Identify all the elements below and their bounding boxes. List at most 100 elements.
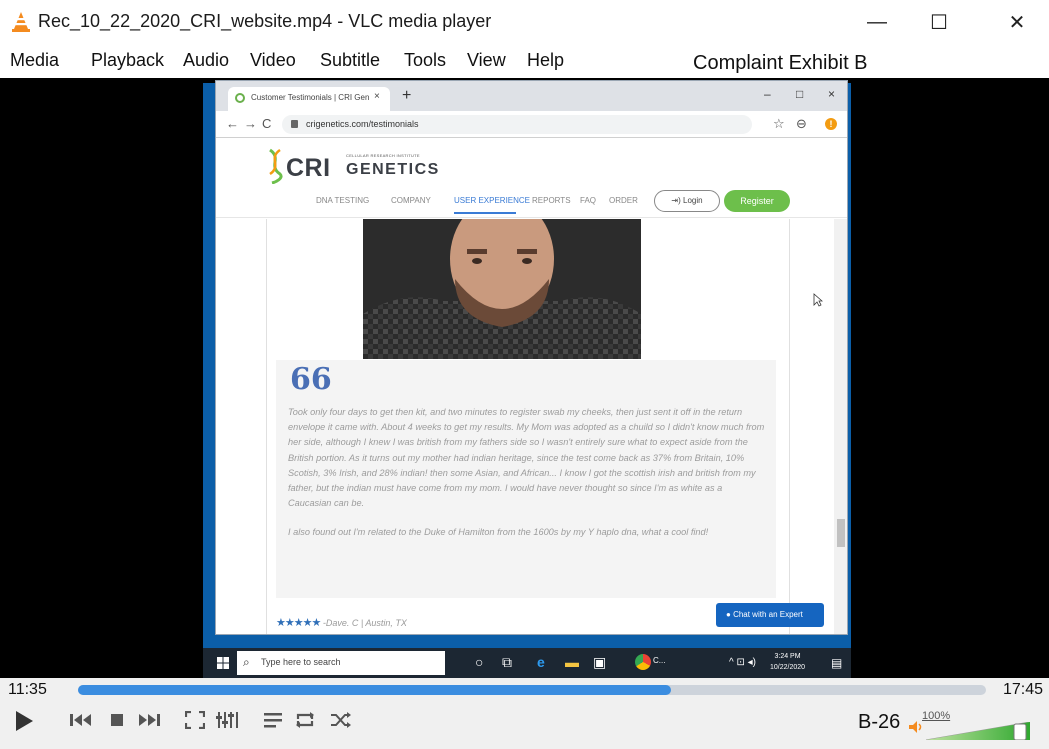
browser-tab[interactable]: Customer Testimonials | CRI Gen × <box>228 87 390 111</box>
menu-view[interactable]: View <box>467 50 506 71</box>
nav-dna-testing[interactable]: DNA TESTING <box>316 196 369 205</box>
loop-icon <box>296 712 314 728</box>
volume-percent: 100% <box>922 710 951 722</box>
star-rating-icon: ★★★★★ <box>276 617 321 629</box>
register-button[interactable]: Register <box>724 190 790 212</box>
chat-bubble-icon: ● <box>726 610 734 619</box>
nav-faq[interactable]: FAQ <box>580 196 596 205</box>
taskbar-clock[interactable]: 3:24 PM 10/22/2020 <box>770 651 805 673</box>
menu-bar: Media Playback Audio Video Subtitle Tool… <box>0 46 1049 76</box>
loop-button[interactable] <box>290 705 320 735</box>
shuffle-icon <box>331 712 351 728</box>
maximize-button[interactable]: ☐ <box>919 6 959 38</box>
elapsed-time: 11:35 <box>8 681 47 698</box>
nav-user-experience[interactable]: USER EXPERIENCE <box>454 196 530 205</box>
login-button[interactable]: ⇥) Login <box>654 190 720 212</box>
forward-arrow-icon[interactable]: → <box>244 116 257 131</box>
previous-button[interactable] <box>66 705 96 735</box>
menu-playback[interactable]: Playback <box>91 50 164 71</box>
testimonial-card: 66 Took only four days to get then kit, … <box>276 360 776 598</box>
update-alert-icon[interactable]: ! <box>825 118 837 130</box>
back-arrow-icon[interactable]: ← <box>226 116 239 131</box>
scrollbar-thumb[interactable] <box>837 519 845 547</box>
page-scrollbar[interactable] <box>834 219 847 634</box>
content-divider <box>789 219 790 634</box>
play-button[interactable] <box>6 704 42 738</box>
site-header: CRI CELLULAR RESEARCH INSTITUTE GENETICS… <box>216 138 847 218</box>
nav-company[interactable]: COMPANY <box>391 196 431 205</box>
notifications-icon[interactable]: ▤ <box>831 656 842 670</box>
menu-help[interactable]: Help <box>527 50 564 71</box>
total-time: 17:45 <box>1003 681 1044 698</box>
browser-close-button[interactable]: × <box>828 87 835 101</box>
dna-helix-icon <box>269 148 283 184</box>
mouse-cursor-icon <box>813 293 823 307</box>
logo-cri-text: CRI <box>286 154 331 182</box>
taskbar-search-box[interactable]: ⌕ Type here to search <box>237 651 445 675</box>
tray-icons[interactable]: ^ ⊡ ◂) <box>729 657 756 668</box>
menu-subtitle[interactable]: Subtitle <box>320 50 380 71</box>
video-area[interactable]: Customer Testimonials | CRI Gen × + – □ … <box>0 78 1049 678</box>
minimize-button[interactable]: — <box>857 6 897 38</box>
new-tab-icon[interactable]: + <box>402 87 411 105</box>
edge-icon[interactable]: e <box>537 654 545 670</box>
cri-favicon-icon <box>235 93 245 103</box>
exhibit-label: Complaint Exhibit B <box>693 52 868 74</box>
close-button[interactable]: ✕ <box>997 6 1037 38</box>
seek-slider[interactable] <box>78 685 986 695</box>
stop-button[interactable] <box>102 705 132 735</box>
browser-window: Customer Testimonials | CRI Gen × + – □ … <box>215 80 848 635</box>
extended-settings-button[interactable] <box>212 705 242 735</box>
windows-taskbar: ⌕ Type here to search ○ ⧉ e ▬ ▣ C... ^ ⊡… <box>203 648 851 678</box>
chrome-taskbar-label: C... <box>653 656 666 665</box>
window-titlebar: Rec_10_22_2020_CRI_website.mp4 - VLC med… <box>0 0 1049 44</box>
reviewer-name: -Dave. C | Austin, TX <box>322 618 407 628</box>
reload-icon[interactable]: C <box>262 116 271 131</box>
windows-start-icon[interactable] <box>217 657 229 669</box>
nav-order[interactable]: ORDER <box>609 196 638 205</box>
menu-audio[interactable]: Audio <box>183 50 229 71</box>
browser-maximize-button[interactable]: □ <box>796 87 803 101</box>
cortana-icon[interactable]: ○ <box>475 654 483 670</box>
window-title: Rec_10_22_2020_CRI_website.mp4 - VLC med… <box>38 11 492 31</box>
active-nav-underline <box>454 212 516 214</box>
clock-time: 3:24 PM <box>774 653 801 660</box>
play-icon <box>16 711 33 731</box>
chat-with-expert-button[interactable]: ● Chat with an Expert <box>716 603 824 627</box>
testimonial-paragraph: Took only four days to get then kit, and… <box>288 407 765 509</box>
chat-button-label: Chat with an Expert <box>733 610 803 619</box>
previous-icon <box>70 714 91 726</box>
menu-tools[interactable]: Tools <box>404 50 446 71</box>
fullscreen-button[interactable] <box>180 705 210 735</box>
browser-tabstrip: Customer Testimonials | CRI Gen × + – □ … <box>216 81 847 111</box>
profile-icon[interactable]: ⊖ <box>796 116 807 132</box>
exhibit-page-number: B-26 <box>858 711 901 733</box>
next-button[interactable] <box>134 705 164 735</box>
file-explorer-icon[interactable]: ▬ <box>565 654 579 670</box>
volume-slider[interactable] <box>926 722 1030 740</box>
address-bar[interactable]: crigenetics.com/testimonials <box>282 115 752 134</box>
nav-reports[interactable]: REPORTS <box>532 196 571 205</box>
content-divider <box>266 219 267 634</box>
site-nav: DNA TESTING COMPANY USER EXPERIENCE REPO… <box>216 188 847 214</box>
menu-media[interactable]: Media <box>10 50 59 71</box>
lock-icon <box>291 120 298 128</box>
bookmark-star-icon[interactable]: ☆ <box>773 116 785 132</box>
vlc-cone-icon <box>12 12 30 32</box>
testimonial-paragraph: I also found out I'm related to the Duke… <box>288 527 709 538</box>
quote-mark-icon: 66 <box>290 362 332 397</box>
tab-close-icon[interactable]: × <box>374 91 380 102</box>
logo-subtitle: CELLULAR RESEARCH INSTITUTE <box>346 153 420 158</box>
stop-icon <box>111 714 123 726</box>
shuffle-button[interactable] <box>326 705 356 735</box>
task-view-icon[interactable]: ⧉ <box>502 654 512 671</box>
playlist-button[interactable] <box>258 705 288 735</box>
seek-progress <box>78 685 671 695</box>
menu-video[interactable]: Video <box>250 50 296 71</box>
cri-genetics-logo[interactable]: CRI CELLULAR RESEARCH INSTITUTE GENETICS <box>266 146 456 184</box>
fullscreen-icon <box>185 711 205 729</box>
tab-title: Customer Testimonials | CRI Gen <box>251 93 370 102</box>
store-icon[interactable]: ▣ <box>593 654 606 671</box>
browser-minimize-button[interactable]: – <box>764 87 771 101</box>
chrome-taskbar-icon[interactable] <box>635 654 651 670</box>
